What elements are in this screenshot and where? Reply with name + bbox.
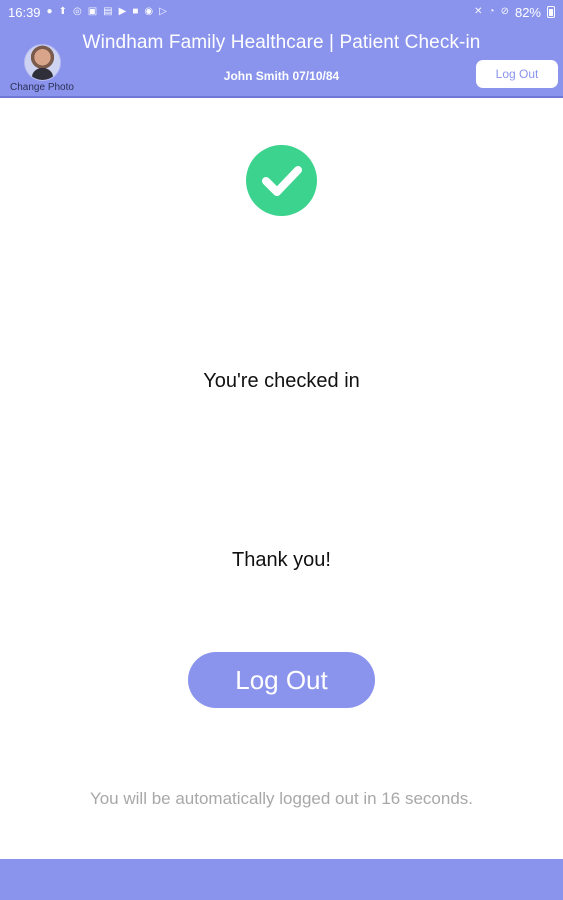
success-check-icon xyxy=(246,145,317,216)
media-icon: ▷ xyxy=(159,6,167,17)
change-photo-link[interactable]: Change Photo xyxy=(4,82,80,93)
checked-in-message: You're checked in xyxy=(203,370,360,392)
dnd-icon: ⊘ xyxy=(500,6,509,17)
image-icon: ▤ xyxy=(103,6,113,17)
battery-level: 82% xyxy=(514,4,541,20)
page-title: Windham Family Healthcare | Patient Chec… xyxy=(82,32,481,53)
header-logout-button[interactable]: Log Out xyxy=(476,60,558,88)
status-left: 16:39 ● ⬆ ◎ ▣ ▤ ▶ ■ ◉ ▷ xyxy=(8,5,167,20)
thank-you-message: Thank you! xyxy=(232,549,331,571)
status-time: 16:39 xyxy=(8,4,41,20)
notification-icon: ● xyxy=(46,6,53,17)
mute-icon: ✕ xyxy=(474,6,483,17)
contacts-icon: ■ xyxy=(132,6,139,17)
auto-logout-message: You will be automatically logged out in … xyxy=(89,789,474,808)
checkmark-icon xyxy=(262,166,302,196)
logout-button[interactable]: Log Out xyxy=(188,652,375,708)
status-bar: 16:39 ● ⬆ ◎ ▣ ▤ ▶ ■ ◉ ▷ ✕ ◔ ⊘ 82% xyxy=(0,0,563,24)
wifi-icon: ◔ xyxy=(488,6,495,17)
status-right: ✕ ◔ ⊘ 82% xyxy=(474,5,555,20)
bottom-bar xyxy=(0,859,563,900)
app-header: Change Photo Windham Family Healthcare |… xyxy=(0,24,563,98)
play-icon: ▶ xyxy=(118,6,127,17)
messenger-icon: ◎ xyxy=(72,6,82,17)
upload-icon: ⬆ xyxy=(58,6,67,17)
gallery-icon: ▣ xyxy=(87,6,98,17)
chrome-icon: ◉ xyxy=(144,6,154,17)
battery-icon xyxy=(547,6,555,18)
